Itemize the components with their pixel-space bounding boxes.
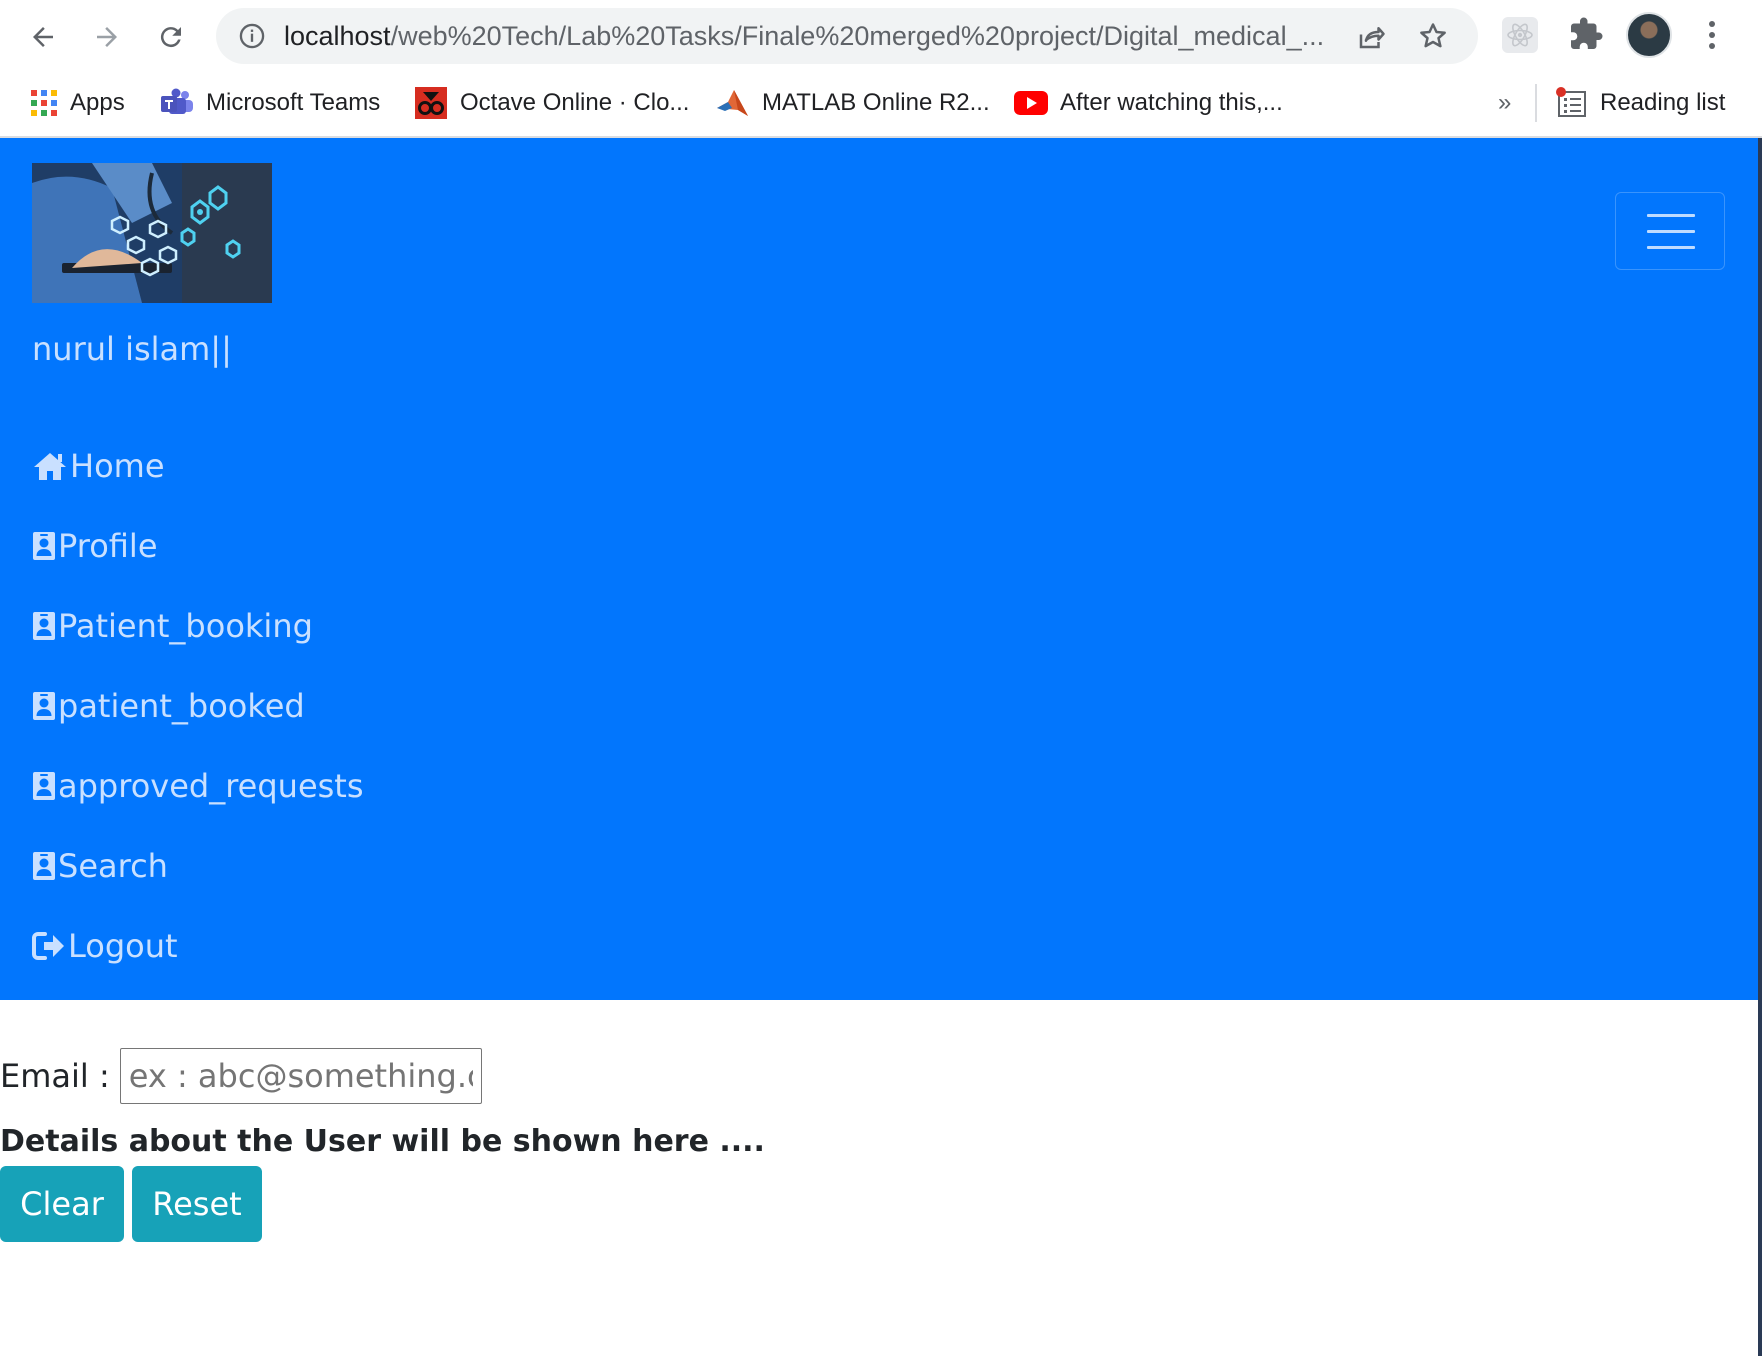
bookmark-label: Octave Online · Clo... [460,89,690,116]
url-host: localhost [284,21,391,51]
reset-button[interactable]: Reset [132,1166,262,1242]
id-card-icon [32,530,56,562]
back-button[interactable] [20,14,66,60]
nav-item-label: Search [58,847,168,885]
nav-item-patient-booked[interactable]: patient_booked [32,666,364,746]
nav-item-search[interactable]: Search [32,826,364,906]
nav-item-label: Patient_booking [58,607,313,645]
reading-list-icon [1556,87,1588,119]
logout-icon [32,931,66,961]
url-path: /web%20Tech/Lab%20Tasks/Finale%20merged%… [390,21,1324,51]
bookmark-youtube-video[interactable]: After watching this,... [1014,70,1283,136]
info-icon[interactable] [238,22,266,50]
nav-menu: Home Profile Patient_booking patient_boo… [32,426,364,986]
address-bar[interactable]: localhost/web%20Tech/Lab%20Tasks/Finale%… [216,8,1478,64]
id-card-icon [32,850,56,882]
email-label: Email : [0,1057,110,1095]
reload-icon [160,27,181,48]
bookmark-microsoft-teams[interactable]: Microsoft Teams [160,70,380,136]
window-edge [1758,138,1762,1356]
nav-item-label: approved_requests [58,767,364,805]
clear-button[interactable]: Clear [0,1166,124,1242]
id-card-icon [32,690,56,722]
brand-user-name[interactable]: nurul islam|| [32,330,232,368]
react-devtools-extension-icon[interactable] [1502,17,1538,53]
email-search-row: Email : [0,1048,482,1104]
teams-icon [160,88,194,118]
id-card-icon [32,770,56,802]
bookmark-star-icon[interactable] [1418,21,1448,51]
extensions-puzzle-icon[interactable] [1568,16,1604,57]
hamburger-bar [1647,230,1695,233]
bookmark-label: MATLAB Online R2... [762,89,990,116]
bookmark-label: Microsoft Teams [206,89,381,116]
nav-item-label: patient_booked [58,687,305,725]
bookmark-octave-online[interactable]: Octave Online · Clo... [414,70,689,136]
youtube-icon [1014,91,1048,115]
forward-arrow-icon [97,27,117,47]
back-arrow-icon [33,27,53,47]
more-bookmarks-button[interactable]: » [1498,70,1511,136]
bookmarks-bar: Apps Microsoft Teams Octave Online · Clo… [0,70,1762,138]
nav-item-label: Home [70,447,165,485]
url-text[interactable]: localhost/web%20Tech/Lab%20Tasks/Finale%… [284,8,1324,64]
bookmark-apps[interactable]: Apps [30,70,125,136]
nav-item-approved-requests[interactable]: approved_requests [32,746,364,826]
bookmarks-divider [1535,84,1537,122]
nav-item-profile[interactable]: Profile [32,506,364,586]
browser-toolbar: localhost/web%20Tech/Lab%20Tasks/Finale%… [0,0,1762,70]
apps-grid-icon [30,89,58,117]
id-card-icon [32,610,56,642]
hamburger-bar [1647,214,1695,217]
nav-item-logout[interactable]: Logout [32,906,364,986]
profile-avatar[interactable] [1626,12,1672,58]
user-details-text: Details about the User will be shown her… [0,1124,765,1159]
home-icon [32,450,68,482]
forward-button[interactable] [84,14,130,60]
nav-item-label: Profile [58,527,158,565]
nav-item-patient-booking[interactable]: Patient_booking [32,586,364,666]
action-buttons: Clear Reset [0,1166,262,1242]
bookmark-label: After watching this,... [1060,89,1283,116]
bookmark-label: Apps [70,89,125,116]
reload-button[interactable] [148,14,194,60]
brand-logo-image[interactable] [32,163,272,303]
octave-icon [414,86,448,120]
nav-item-home[interactable]: Home [32,426,364,506]
hamburger-bar [1647,246,1695,249]
reading-list-button[interactable]: Reading list [1556,70,1725,136]
navbar: nurul islam|| Home Profile Patient_booki… [0,138,1758,1000]
navbar-toggler-button[interactable] [1615,192,1725,270]
share-icon[interactable] [1356,22,1386,52]
email-input[interactable] [119,1048,482,1104]
matlab-icon [716,88,750,118]
reading-list-label: Reading list [1600,89,1726,116]
bookmark-matlab-online[interactable]: MATLAB Online R2... [716,70,990,136]
nav-item-label: Logout [68,927,178,965]
kebab-menu-icon[interactable] [1702,16,1722,54]
